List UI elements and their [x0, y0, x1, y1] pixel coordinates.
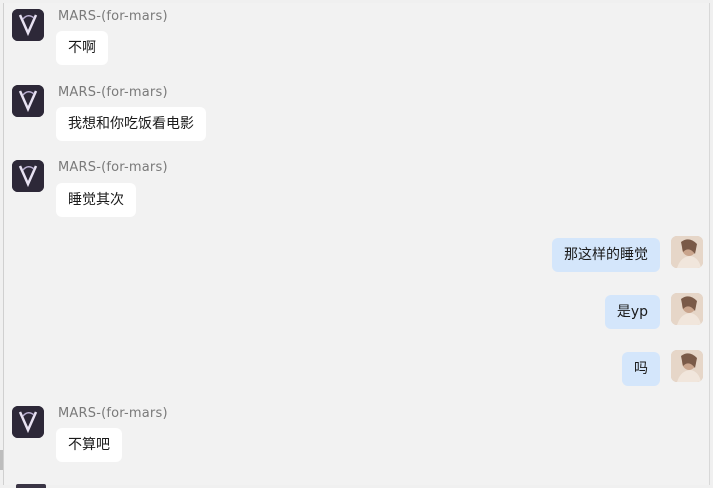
- contact-avatar[interactable]: [12, 406, 44, 438]
- chat-message-list[interactable]: MARS-(for-mars) 不啊 MARS-(for-mars) 我想和你吃…: [3, 3, 710, 488]
- sender-name: MARS-(for-mars): [58, 9, 168, 24]
- incoming-message-bubble[interactable]: 不算吧: [56, 428, 122, 462]
- sender-name: MARS-(for-mars): [58, 160, 168, 175]
- contact-avatar-icon: [12, 85, 44, 117]
- contact-avatar-icon: [12, 406, 44, 438]
- sender-name: MARS-(for-mars): [58, 406, 168, 421]
- sender-name: MARS-(for-mars): [58, 85, 168, 100]
- window-edge-divider: [0, 450, 3, 470]
- self-avatar-icon: [671, 293, 703, 325]
- self-avatar-icon: [671, 350, 703, 382]
- self-avatar[interactable]: [671, 236, 703, 268]
- contact-avatar-icon: [12, 9, 44, 41]
- incoming-message-bubble[interactable]: 睡觉其次: [56, 183, 136, 217]
- contact-avatar[interactable]: [12, 160, 44, 192]
- self-avatar[interactable]: [671, 293, 703, 325]
- self-avatar[interactable]: [671, 350, 703, 382]
- incoming-message-bubble[interactable]: 我想和你吃饭看电影: [56, 107, 206, 141]
- contact-avatar-icon: [12, 160, 44, 192]
- incoming-message-bubble[interactable]: 不啊: [56, 31, 108, 65]
- outgoing-message-bubble[interactable]: 那这样的睡觉: [552, 238, 660, 272]
- self-avatar-icon: [671, 236, 703, 268]
- outgoing-message-bubble[interactable]: 吗: [622, 352, 660, 386]
- contact-avatar[interactable]: [12, 85, 44, 117]
- outgoing-message-bubble[interactable]: 是yp: [604, 295, 660, 329]
- contact-avatar[interactable]: [12, 9, 44, 41]
